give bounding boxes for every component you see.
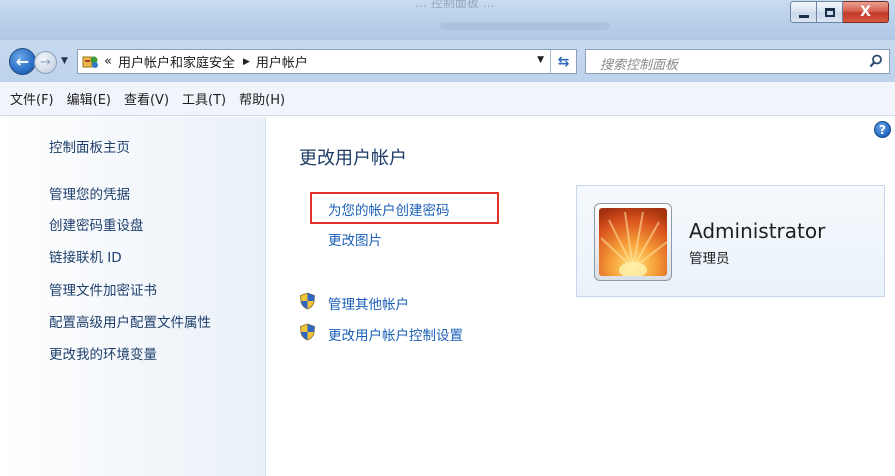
account-card: Administrator 管理员 [576, 185, 885, 297]
forward-arrow-icon: → [40, 55, 51, 70]
search-icon[interactable] [869, 54, 883, 68]
search-input[interactable]: 搜索控制面板 [600, 54, 678, 73]
address-dropdown-icon[interactable]: ▼ [537, 55, 544, 65]
breadcrumb-user-accounts[interactable]: 用户帐户 [256, 52, 308, 71]
breadcrumb-user-accounts-family-safety[interactable]: 用户帐户和家庭安全 [118, 52, 235, 71]
sidebar-item-control-panel-home[interactable]: 控制面板主页 [49, 136, 130, 156]
control-panel-icon [82, 54, 100, 70]
sidebar-item-manage-encryption-certificates[interactable]: 管理文件加密证书 [49, 279, 157, 299]
breadcrumb-separator-icon[interactable]: ▶ [243, 57, 250, 67]
caption-buttons: X [790, 1, 889, 23]
sidebar-item-link-online-id[interactable]: 链接联机 ID [49, 246, 122, 266]
refresh-button[interactable]: ⇆ [550, 50, 576, 73]
account-role: 管理员 [689, 251, 730, 267]
flower-picture-icon [599, 208, 667, 276]
sidebar: 控制面板主页 管理您的凭据 创建密码重设盘 链接联机 ID 管理文件加密证书 配… [0, 117, 266, 476]
manage-other-accounts-link[interactable]: 管理其他帐户 [328, 293, 409, 313]
create-password-link[interactable]: 为您的帐户创建密码 [328, 199, 450, 219]
address-bar[interactable]: « 用户帐户和家庭安全 ▶ 用户帐户 ▼ ⇆ [77, 49, 577, 74]
sidebar-item-create-reset-disk[interactable]: 创建密码重设盘 [49, 214, 144, 234]
menu-tools[interactable]: 工具(T) [182, 89, 226, 108]
avatar [594, 203, 672, 281]
forward-button[interactable]: → [34, 51, 57, 74]
maximize-button[interactable] [817, 1, 843, 23]
sidebar-item-manage-credentials[interactable]: 管理您的凭据 [49, 183, 130, 203]
back-arrow-icon: ← [15, 52, 30, 71]
menu-help[interactable]: 帮助(H) [239, 89, 285, 108]
help-icon[interactable]: ? [874, 121, 891, 138]
navigation-bar: ← → ▼ « 用户帐户和家庭安全 ▶ 用户帐户 ▼ ⇆ 搜索控制面板 [0, 40, 895, 82]
change-picture-link[interactable]: 更改图片 [328, 229, 382, 249]
search-box[interactable]: 搜索控制面板 [585, 49, 890, 74]
recent-pages-dropdown[interactable]: ▼ [61, 56, 68, 66]
minimize-button[interactable] [790, 1, 817, 23]
sidebar-item-advanced-profile-properties[interactable]: 配置高级用户配置文件属性 [49, 311, 211, 331]
sidebar-item-environment-variables[interactable]: 更改我的环境变量 [49, 343, 157, 363]
menu-bar: 文件(F) 编辑(E) 查看(V) 工具(T) 帮助(H) [0, 82, 895, 116]
title-bar: … 控制面板 … X [0, 0, 895, 40]
page-title: 更改用户帐户 [299, 148, 407, 169]
uac-shield-icon [300, 323, 315, 341]
breadcrumb-overflow[interactable]: « [104, 54, 112, 69]
background-window-title: … 控制面板 … [415, 0, 495, 10]
refresh-icon: ⇆ [557, 53, 570, 70]
menu-file[interactable]: 文件(F) [10, 89, 54, 108]
maximize-icon [824, 7, 835, 17]
account-name: Administrator [689, 219, 826, 243]
close-icon: X [860, 4, 871, 20]
background-blur [440, 22, 610, 30]
change-uac-settings-link[interactable]: 更改用户帐户控制设置 [328, 324, 463, 344]
uac-shield-icon [300, 292, 315, 310]
menu-edit[interactable]: 编辑(E) [67, 89, 111, 108]
close-button[interactable]: X [843, 1, 889, 23]
menu-view[interactable]: 查看(V) [124, 89, 169, 108]
minimize-icon [798, 14, 809, 18]
back-button[interactable]: ← [9, 48, 36, 75]
